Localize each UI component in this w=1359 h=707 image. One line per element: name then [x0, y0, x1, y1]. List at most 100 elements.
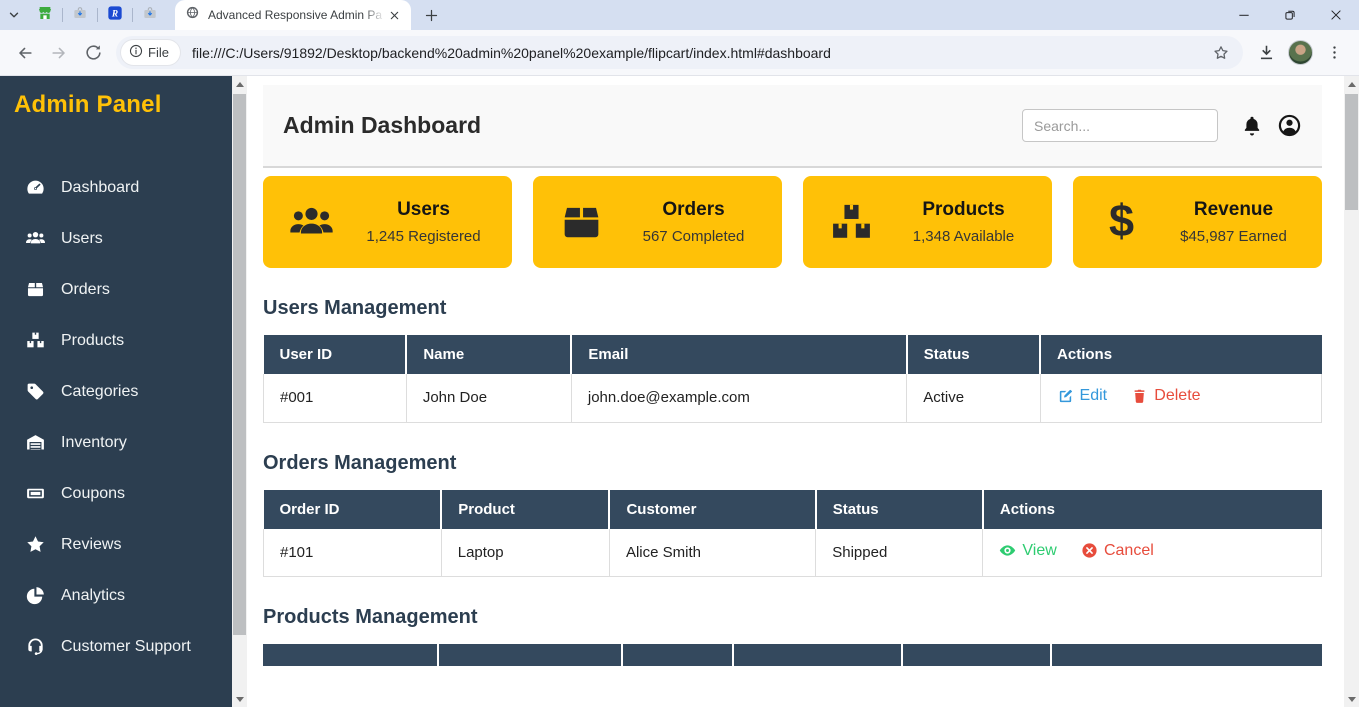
close-window-button[interactable] — [1313, 0, 1359, 30]
column-header: Status — [907, 335, 1040, 374]
circle-x-icon — [1081, 542, 1098, 559]
sidebar-item-label: Reviews — [61, 536, 121, 554]
sidebar-scrollbar[interactable] — [232, 76, 247, 707]
back-button[interactable] — [8, 36, 42, 70]
eye-icon — [999, 542, 1016, 559]
user-email-cell: john.doe@example.com — [571, 374, 906, 422]
orders-table-header-row: Order ID Product Customer Status Actions — [264, 490, 1322, 529]
view-link[interactable]: View — [999, 542, 1056, 560]
minimize-button[interactable] — [1221, 0, 1267, 30]
sidebar-item-analytics[interactable]: Analytics — [0, 570, 232, 621]
sidebar-item-inventory[interactable]: Inventory — [0, 417, 232, 468]
page-title: Admin Dashboard — [283, 112, 481, 139]
stat-title: Products — [885, 199, 1042, 221]
address-bar[interactable]: File file:///C:/Users/91892/Desktop/back… — [116, 36, 1243, 69]
page-scrollbar-thumb[interactable] — [1345, 94, 1358, 210]
user-circle-icon[interactable] — [1277, 113, 1302, 138]
new-tab-button[interactable] — [417, 1, 445, 29]
sidebar-item-orders[interactable]: Orders — [0, 264, 232, 315]
star-icon — [25, 534, 46, 555]
column-header: Customer — [609, 490, 815, 529]
active-tab[interactable]: Advanced Responsive Admin Pa — [175, 0, 411, 30]
sidebar-scrollbar-thumb[interactable] — [233, 94, 246, 635]
sidebar-item-products[interactable]: Products — [0, 315, 232, 366]
stat-card-text: Users 1,245 Registered — [335, 199, 512, 245]
column-header: Email — [571, 335, 906, 374]
tab-search-chevron-icon[interactable] — [0, 8, 28, 22]
stat-title: Orders — [615, 199, 772, 221]
forward-button[interactable] — [42, 36, 76, 70]
stat-subtitle: $45,987 Earned — [1155, 228, 1312, 245]
stat-subtitle: 1,348 Available — [885, 228, 1042, 245]
pinned-tab-briefcase-2[interactable] — [133, 0, 167, 30]
orders-section-title: Orders Management — [263, 452, 1322, 475]
column-header: Actions — [983, 490, 1322, 529]
sidebar-item-users[interactable]: Users — [0, 213, 232, 264]
scroll-up-arrow-icon[interactable] — [232, 76, 247, 92]
page-scrollbar-track[interactable] — [1344, 92, 1359, 691]
site-info-chip[interactable]: File — [121, 40, 180, 65]
products-table — [263, 644, 1322, 666]
globe-icon — [185, 5, 200, 25]
column-header — [438, 644, 622, 666]
user-name-cell: John Doe — [406, 374, 571, 422]
table-row: #001 John Doe john.doe@example.com Activ… — [264, 374, 1322, 422]
sidebar-item-coupons[interactable]: Coupons — [0, 468, 232, 519]
profile-avatar[interactable] — [1283, 36, 1317, 70]
maximize-restore-button[interactable] — [1267, 0, 1313, 30]
sidebar-item-label: Inventory — [61, 434, 127, 452]
storefront-icon — [37, 5, 53, 26]
window-controls — [1221, 0, 1359, 30]
svg-text:$: $ — [1109, 199, 1134, 246]
delete-link[interactable]: Delete — [1131, 387, 1200, 405]
search-input[interactable] — [1022, 109, 1218, 142]
url-text[interactable]: file:///C:/Users/91892/Desktop/backend%2… — [192, 45, 1207, 61]
gauge-icon — [25, 177, 46, 198]
order-customer-cell: Alice Smith — [609, 529, 815, 577]
pinned-tab-storefront[interactable] — [28, 0, 62, 30]
scroll-up-arrow-icon[interactable] — [1344, 76, 1359, 92]
order-product-cell: Laptop — [441, 529, 609, 577]
column-header: Order ID — [264, 490, 442, 529]
pinned-tab-briefcase[interactable] — [63, 0, 97, 30]
scroll-down-arrow-icon[interactable] — [1344, 691, 1359, 707]
edit-link[interactable]: Edit — [1057, 387, 1108, 405]
order-actions-cell: View Cancel — [983, 529, 1322, 577]
sidebar-item-reviews[interactable]: Reviews — [0, 519, 232, 570]
bookmark-star-icon[interactable] — [1207, 44, 1235, 62]
column-header: Actions — [1040, 335, 1321, 374]
table-row: #101 Laptop Alice Smith Shipped View — [264, 529, 1322, 577]
boxes-icon — [828, 199, 875, 246]
box-icon — [558, 199, 605, 246]
tab-close-icon[interactable] — [385, 6, 403, 24]
sidebar-scrollbar-track[interactable] — [232, 92, 247, 691]
sidebar-item-customer-support[interactable]: Customer Support — [0, 621, 232, 672]
stat-card-users[interactable]: Users 1,245 Registered — [263, 176, 512, 268]
stat-cards: Users 1,245 Registered Orders 567 Comple… — [263, 176, 1322, 268]
cancel-label: Cancel — [1104, 542, 1154, 560]
scroll-down-arrow-icon[interactable] — [232, 691, 247, 707]
stat-card-products[interactable]: Products 1,348 Available — [803, 176, 1052, 268]
page-scrollbar[interactable] — [1344, 76, 1359, 707]
stat-card-revenue[interactable]: $ Revenue $45,987 Earned — [1073, 176, 1322, 268]
browser-menu-icon[interactable] — [1317, 36, 1351, 70]
sidebar-item-label: Coupons — [61, 485, 125, 503]
bell-icon[interactable] — [1241, 115, 1263, 137]
order-status-cell: Shipped — [816, 529, 983, 577]
sidebar-item-label: Customer Support — [61, 638, 191, 656]
sidebar-item-label: Analytics — [61, 587, 125, 605]
main-content: Admin Dashboard — [247, 76, 1344, 707]
sidebar-menu: Dashboard Users Orders — [0, 162, 232, 672]
svg-text:R: R — [111, 9, 118, 19]
downloads-icon[interactable] — [1249, 36, 1283, 70]
cancel-link[interactable]: Cancel — [1081, 542, 1154, 560]
sidebar-item-categories[interactable]: Categories — [0, 366, 232, 417]
sidebar-item-dashboard[interactable]: Dashboard — [0, 162, 232, 213]
reload-button[interactable] — [76, 36, 110, 70]
stat-card-orders[interactable]: Orders 567 Completed — [533, 176, 782, 268]
column-header: Product — [441, 490, 609, 529]
pinned-tab-r-logo[interactable]: R — [98, 0, 132, 30]
users-table-header-row: User ID Name Email Status Actions — [264, 335, 1322, 374]
user-id-cell: #001 — [264, 374, 407, 422]
edit-icon — [1057, 388, 1074, 405]
